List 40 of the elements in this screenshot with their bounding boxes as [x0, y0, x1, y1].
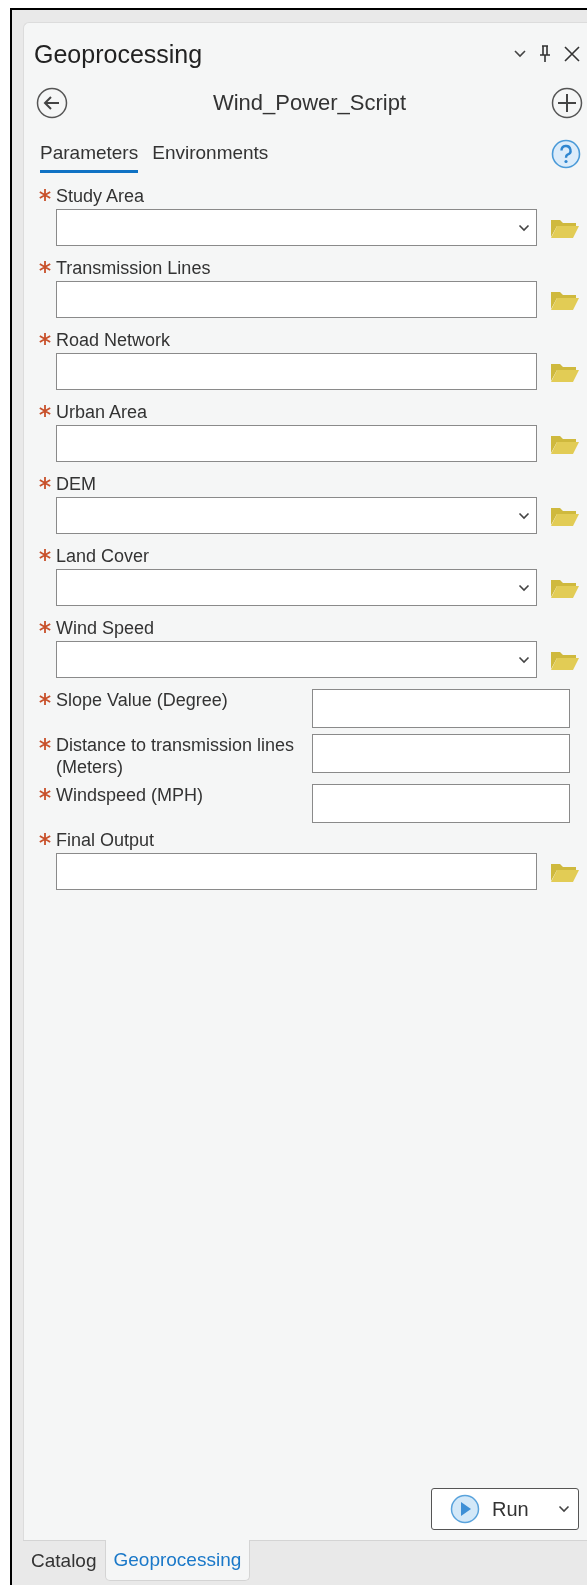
tool-title: Wind_Power_Script [211, 90, 408, 116]
parameter-label: Distance to transmission lines (Meters) [56, 734, 296, 778]
parameter-label: Road Network [56, 329, 172, 351]
input-field[interactable] [56, 425, 537, 462]
parameter-label: Transmission Lines [56, 257, 212, 279]
parameter-label: DEM [56, 473, 97, 495]
caret-icon[interactable] [518, 655, 530, 664]
parameter-label: Study Area [56, 185, 146, 207]
dropdown-field[interactable] [56, 641, 537, 678]
pin-icon[interactable] [539, 45, 551, 63]
tab[interactable]: Catalog [23, 1541, 105, 1581]
dropdown-field[interactable] [56, 209, 537, 246]
caret-icon[interactable] [518, 511, 530, 520]
input-field[interactable] [56, 281, 537, 318]
pane-title: Geoprocessing [34, 39, 204, 69]
parameter-label: Wind Speed [56, 617, 156, 639]
input-field[interactable] [312, 689, 570, 728]
tab[interactable]: Geoprocessing [104, 1540, 251, 1581]
parameter-label: Final Output [56, 829, 156, 851]
parameter-label: Windspeed (MPH) [56, 784, 205, 806]
input-field[interactable] [56, 353, 537, 390]
input-field[interactable] [312, 734, 570, 773]
chevron-down-icon[interactable] [513, 49, 527, 59]
add-icon[interactable] [551, 87, 583, 119]
play-icon [450, 1494, 480, 1524]
tab[interactable]: Parameters [40, 135, 139, 173]
caret-icon[interactable] [518, 583, 530, 592]
caret-icon[interactable] [518, 223, 530, 232]
dropdown-field[interactable] [56, 497, 537, 534]
caret-icon [558, 1505, 570, 1513]
tab[interactable]: Environments [152, 135, 269, 173]
parameter-label: Land Cover [56, 545, 151, 567]
parameter-label: Urban Area [56, 401, 149, 423]
input-field[interactable] [312, 784, 570, 823]
help-icon[interactable] [551, 139, 581, 169]
close-icon[interactable] [563, 45, 581, 63]
parameter-label: Slope Value (Degree) [56, 689, 229, 711]
input-field[interactable] [56, 853, 537, 890]
run-button[interactable]: Run [431, 1488, 579, 1530]
dropdown-field[interactable] [56, 569, 537, 606]
